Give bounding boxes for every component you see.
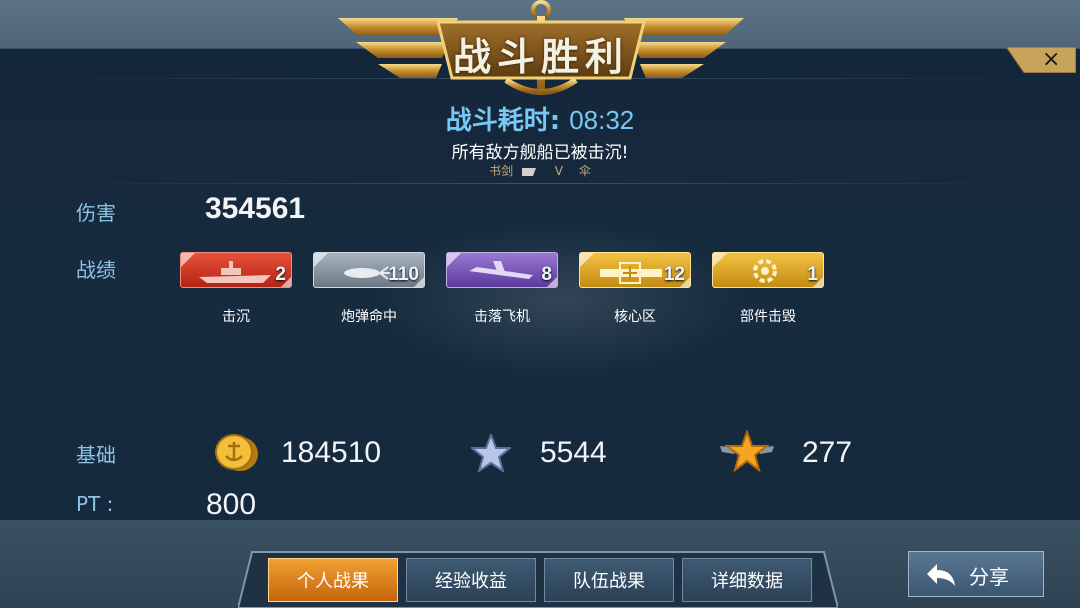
gold-coin-icon (215, 434, 258, 471)
player-name: 书剑 (489, 164, 514, 178)
merit-value: 277 (802, 436, 853, 469)
victory-banner: 战斗胜利 (338, 0, 744, 100)
battle-time: 战斗耗时: 08:32 (0, 100, 1080, 137)
medal-aircraft-shot[interactable]: 8 (446, 252, 558, 288)
medal-label: 核心区 (614, 309, 656, 325)
close-tab-shape (1005, 46, 1077, 74)
tab-exp-gains[interactable]: 经验收益 (406, 558, 536, 602)
back-arrow-icon (927, 564, 955, 586)
close-button[interactable]: × (1005, 46, 1077, 74)
battle-time-value: 08:32 (569, 105, 635, 135)
player-name: V (554, 164, 564, 178)
chat-tag-icon (521, 167, 536, 176)
medal-label: 击落飞机 (474, 309, 530, 325)
medal-count: 12 (663, 264, 685, 285)
battle-time-label: 战斗耗时: (445, 106, 561, 136)
player-name: 伞 (578, 164, 591, 178)
victory-title: 战斗胜利 (452, 34, 629, 79)
tab-personal-results[interactable]: 个人战果 (268, 558, 398, 602)
pt-value: 800 (206, 488, 257, 521)
panel-divider-header (40, 183, 1040, 184)
exp-value: 5544 (540, 436, 607, 469)
gold-star-wings-icon (720, 430, 774, 473)
medal-shell-hits[interactable]: 110 (313, 252, 425, 288)
medal-count: 8 (541, 264, 552, 285)
medal-parts-destroyed[interactable]: 1 (712, 252, 824, 288)
tab-detailed-data[interactable]: 详细数据 (682, 558, 812, 602)
damage-label: 伤害 (76, 201, 116, 225)
share-button[interactable]: 分享 (908, 551, 1044, 597)
share-label: 分享 (969, 565, 1009, 589)
tab-team-results[interactable]: 队伍战果 (544, 558, 674, 602)
medal-count: 110 (388, 264, 419, 285)
gold-value: 184510 (281, 436, 382, 469)
medal-sunk[interactable]: 2 (180, 252, 292, 288)
medal-core-zone[interactable]: 12 (579, 252, 691, 288)
player-names: 书剑 V 伞 (0, 162, 1080, 179)
record-label: 战绩 (76, 258, 116, 282)
silver-star-icon (471, 434, 511, 472)
medal-label: 炮弹命中 (341, 309, 397, 325)
medal-label: 部件击毁 (740, 309, 796, 325)
damage-value: 354561 (205, 192, 306, 225)
base-label: 基础 (76, 443, 116, 467)
medal-label: 击沉 (222, 309, 250, 325)
battle-result-message: 所有敌方舰船已被击沉! (451, 143, 629, 163)
medal-count: 2 (275, 264, 286, 285)
medal-count: 1 (807, 264, 818, 285)
pt-label: PT : (76, 492, 114, 516)
close-icon: × (1042, 47, 1061, 72)
